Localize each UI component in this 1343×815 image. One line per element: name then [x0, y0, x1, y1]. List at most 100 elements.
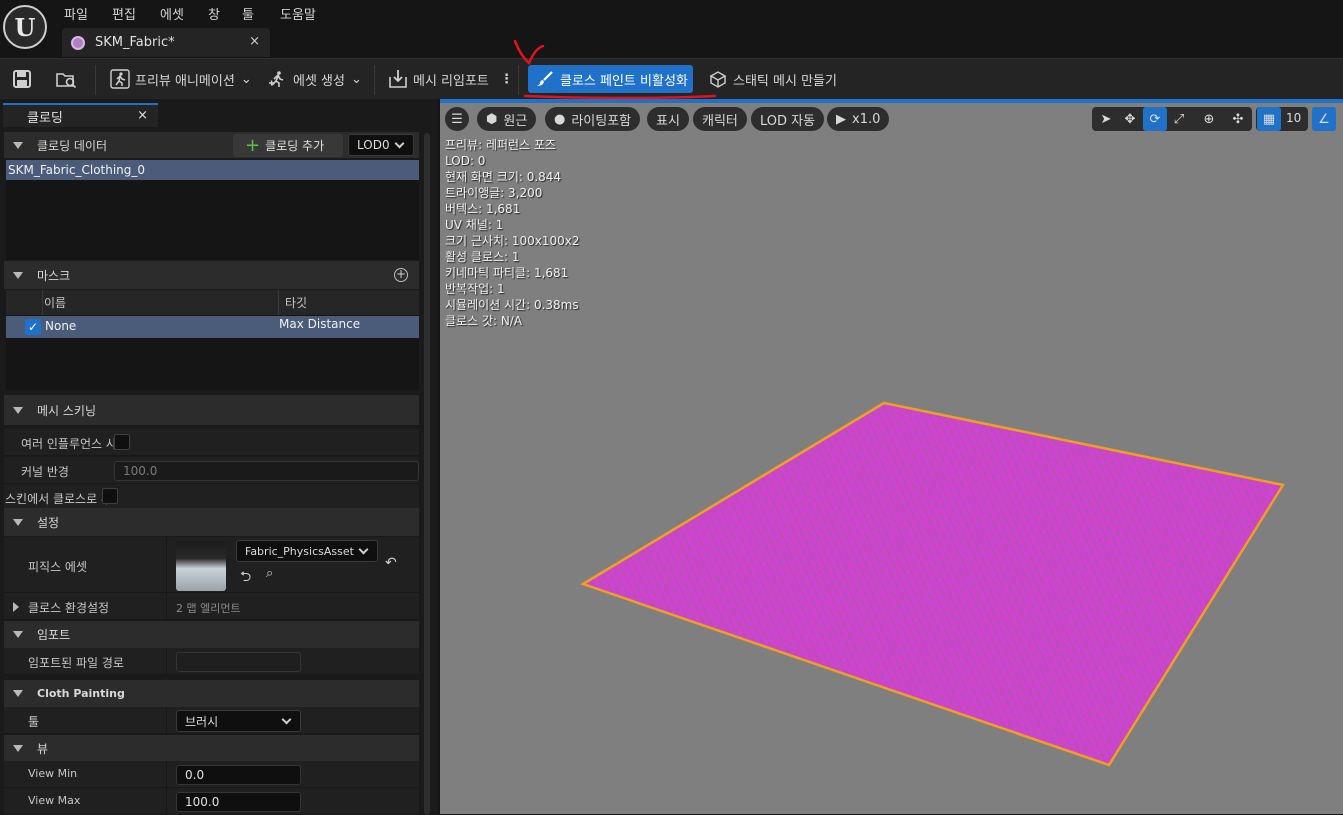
physics-asset-label: 피직스 에셋	[28, 560, 88, 574]
paint-tool-dropdown[interactable]: 브러시	[176, 710, 301, 732]
add-clothing-button[interactable]: + 클로딩 추가	[233, 134, 343, 157]
settings-section-header[interactable]: 설정	[4, 508, 419, 536]
clothing-data-title: 클로딩 데이터	[37, 138, 108, 153]
collapse-arrow-icon	[13, 271, 23, 279]
kernel-radius-row: 커널 반경 100.0	[4, 457, 419, 484]
create-asset-icon	[269, 71, 284, 87]
skin-to-cloth-label: 스킨에서 클로스로 부	[5, 492, 112, 506]
logo-glyph: U	[14, 12, 36, 42]
mask-enabled-checkbox[interactable]: ✓	[25, 319, 41, 335]
physics-asset-row: 피직스 에셋 Fabric_PhysicsAsset ⮌ ⌕ ↶	[4, 537, 419, 593]
collapse-arrow-icon	[13, 406, 23, 414]
lod-selector-value: LOD0	[357, 138, 390, 152]
import-title: 임포트	[37, 628, 71, 642]
physics-asset-thumbnail[interactable]	[176, 541, 226, 591]
browse-asset-button[interactable]	[55, 67, 77, 91]
mask-title: 마스크	[37, 268, 71, 283]
mask-section-header[interactable]: 마스크	[4, 261, 419, 289]
view-max-input[interactable]: 100.0	[176, 792, 301, 812]
browse-icon[interactable]: ⌕	[266, 566, 273, 581]
import-path-input[interactable]	[176, 652, 301, 672]
multi-influence-label: 여러 인플루언스 사	[21, 437, 117, 451]
browse-folder-icon	[56, 73, 77, 89]
table-row[interactable]: ✓ None Max Distance	[6, 316, 419, 338]
list-item[interactable]: SKM_Fabric_Clothing_0	[6, 160, 419, 180]
unreal-logo[interactable]: U	[3, 5, 47, 49]
view-min-label: View Min	[28, 767, 78, 780]
preview-animation-button[interactable]: 프리뷰 애니메이션 ⌄	[110, 67, 252, 91]
reimport-mesh-button[interactable]: 메시 리임포트	[388, 67, 489, 91]
mesh-skinning-section-header[interactable]: 메시 스키닝	[4, 395, 419, 425]
asset-tab[interactable]: SKM_Fabric* ×	[62, 28, 270, 57]
close-panel-icon[interactable]: ×	[137, 108, 148, 123]
make-static-mesh-button[interactable]: 스태틱 메시 만들기	[708, 67, 837, 91]
create-asset-button[interactable]: 에셋 생성 ⌄	[268, 67, 362, 91]
settings-title: 설정	[37, 515, 60, 530]
add-mask-icon[interactable]: +	[394, 268, 408, 282]
import-section-header[interactable]: 임포트	[4, 621, 419, 648]
column-header-name[interactable]: 이름	[44, 294, 66, 311]
column-header-target[interactable]: 타깃	[285, 294, 307, 311]
paint-tool-value: 브러시	[185, 714, 219, 729]
import-path-label: 임포트된 파일 경로	[28, 656, 124, 670]
lod-selector[interactable]: LOD0	[348, 134, 414, 156]
column-divider	[42, 290, 43, 315]
add-clothing-label: 클로딩 추가	[265, 139, 325, 153]
mesh-skinning-title: 메시 스키닝	[37, 403, 97, 418]
mask-table: 이름 타깃 ✓ None Max Distance	[6, 290, 419, 390]
chevron-down-icon	[281, 714, 292, 725]
import-path-row: 임포트된 파일 경로	[4, 648, 419, 675]
red-annotation-marks	[513, 39, 717, 100]
view-max-label: View Max	[28, 794, 81, 807]
close-tab-icon[interactable]: ×	[249, 34, 260, 49]
physics-asset-dropdown[interactable]: Fabric_PhysicsAsset	[236, 540, 378, 562]
row-divider	[166, 788, 167, 814]
column-divider	[278, 290, 279, 315]
create-asset-label: 에셋 생성	[293, 73, 345, 89]
use-selected-icon[interactable]: ⮌	[240, 566, 251, 590]
skeletal-mesh-icon	[71, 35, 85, 50]
view-min-input[interactable]: 0.0	[176, 765, 301, 785]
skin-to-cloth-checkbox[interactable]	[102, 488, 118, 504]
running-figure-icon	[110, 69, 130, 89]
clothing-panel-tab-label: 클로딩	[27, 110, 63, 126]
collapse-arrow-icon	[13, 518, 23, 526]
expand-arrow-icon[interactable]	[13, 602, 19, 612]
panel-scrollbar[interactable]	[424, 133, 430, 815]
reset-to-default-icon[interactable]: ↶	[385, 555, 397, 571]
save-icon	[13, 70, 31, 88]
multi-influence-checkbox[interactable]	[114, 434, 130, 450]
menu-help[interactable]: 도움말	[280, 4, 316, 23]
menu-tools[interactable]: 툴	[242, 4, 254, 23]
toolbar-separator	[95, 65, 96, 95]
skin-to-cloth-row: 스킨에서 클로스로 부	[4, 484, 419, 511]
toolbar-separator	[374, 65, 375, 95]
cloth-mesh-render	[580, 401, 1286, 767]
reimport-icon	[389, 70, 407, 88]
row-divider	[166, 648, 167, 674]
row-divider	[166, 593, 167, 619]
view-max-row: View Max 100.0	[4, 788, 419, 815]
kernel-radius-label: 커널 반경	[21, 465, 69, 479]
cloth-config-label: 클로스 환경설정	[28, 601, 110, 615]
mask-target: Max Distance	[279, 317, 361, 331]
cloth-painting-section-header[interactable]: Cloth Painting	[4, 680, 419, 707]
view-section-header[interactable]: 뷰	[4, 735, 419, 761]
cloth-config-value: 2 맵 엘리먼트	[176, 602, 241, 615]
save-button[interactable]	[12, 67, 32, 91]
plus-icon: +	[245, 134, 261, 156]
kernel-radius-input[interactable]: 100.0	[114, 461, 419, 481]
row-divider	[166, 707, 167, 733]
menu-window[interactable]: 창	[208, 4, 220, 23]
menu-file[interactable]: 파일	[64, 4, 88, 23]
make-static-mesh-label: 스태틱 메시 만들기	[733, 73, 837, 89]
clothing-panel-tab[interactable]: 클로딩 ×	[3, 103, 158, 127]
preview-viewport[interactable]: ☰ ⬢ 원근 ● 라이팅포함 표시 캐릭터 LOD 자동 ▶ x1.0 ➤ ✥ …	[440, 99, 1343, 814]
paint-tool-row: 툴 브러시	[4, 707, 419, 734]
multi-influence-row: 여러 인플루언스 사	[4, 429, 419, 456]
view-min-row: View Min 0.0	[4, 761, 419, 788]
menu-edit[interactable]: 편집	[112, 4, 136, 23]
menu-asset[interactable]: 에셋	[160, 4, 184, 23]
chevron-down-icon: ⌄	[350, 71, 362, 87]
cloth-plane[interactable]	[580, 401, 1286, 767]
